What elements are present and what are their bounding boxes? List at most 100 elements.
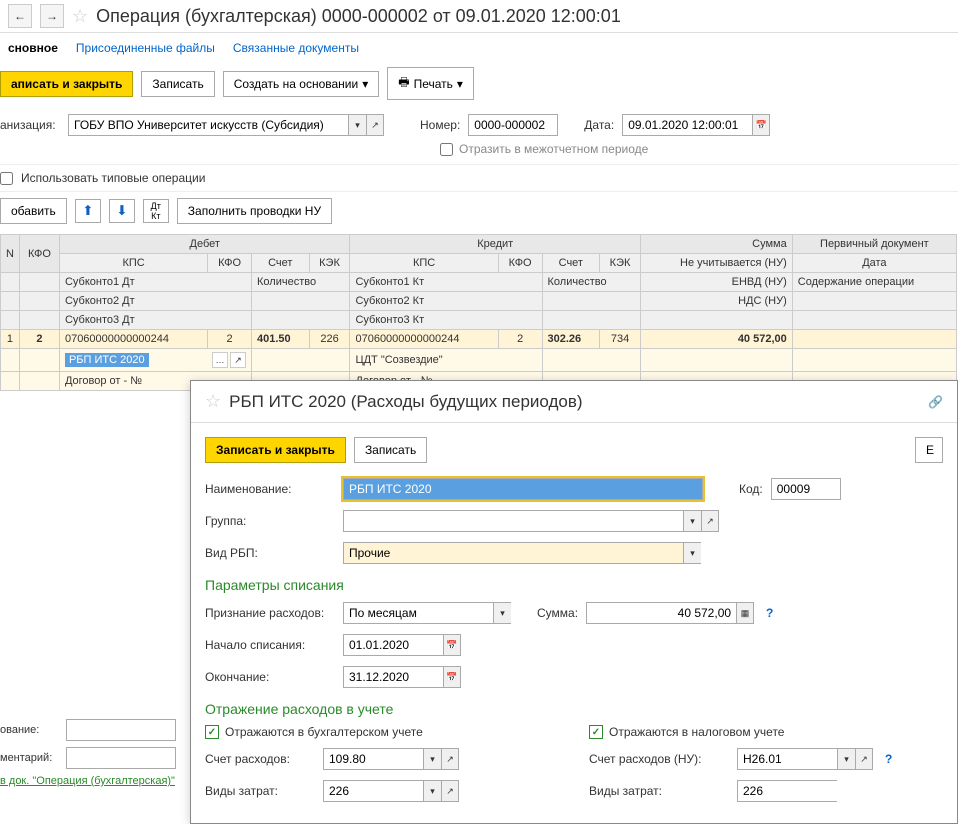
group-drop[interactable]: ▾ [683,510,701,532]
start-label: Начало списания: [205,638,335,652]
start-calendar[interactable]: 📅 [443,634,461,656]
org-input[interactable] [68,114,348,136]
recognition-drop[interactable]: ▾ [493,602,511,624]
type-label: Вид РБП: [205,546,335,560]
move-up-button[interactable]: ⬆ [75,199,101,223]
nu-checkbox[interactable]: ✓ [589,725,603,739]
dt-kt-button[interactable]: ДтКт [143,199,169,223]
calendar-icon[interactable]: 📅 [752,114,770,136]
cell-kek-d[interactable]: 226 [309,330,350,349]
cost-drop[interactable]: ▾ [423,780,441,802]
sum-input[interactable] [586,602,736,624]
tab-linked-docs[interactable]: Связанные документы [233,41,359,55]
dialog-save[interactable]: Записать [354,437,427,463]
dialog-favorite-icon[interactable]: ☆ [205,391,221,412]
bu-checkbox[interactable]: ✓ [205,725,219,739]
cell-kfo-d[interactable]: 2 [208,330,252,349]
cost-label: Виды затрат: [205,784,315,798]
cell-kfo-k[interactable]: 2 [498,330,542,349]
sum-help-icon[interactable]: ? [762,606,777,620]
group-input[interactable] [343,510,683,532]
cell-kfo[interactable]: 2 [19,330,59,349]
code-input[interactable] [771,478,841,500]
acc-label: Счет расходов: [205,752,315,766]
sum-calc[interactable]: ▦ [736,602,754,624]
group-open[interactable]: ↗ [701,510,719,532]
forward-button[interactable]: → [40,4,64,28]
type-drop[interactable]: ▾ [683,542,701,564]
end-input[interactable] [343,666,443,688]
cell-n[interactable]: 1 [1,330,20,349]
add-button[interactable]: обавить [0,198,67,224]
back-button[interactable]: ← [8,4,32,28]
cost-input[interactable] [323,780,423,802]
save-button[interactable]: Записать [141,71,214,97]
acc-nu-input[interactable] [737,748,837,770]
bu-check-label: Отражаются в бухгалтерском учете [225,725,423,739]
acc-open[interactable]: ↗ [441,748,459,770]
number-input[interactable] [468,114,558,136]
recognition-input[interactable] [343,602,493,624]
cell-kps-d[interactable]: 07060000000000244 [59,330,207,349]
entries-table: N КФО Дебет Кредит Сумма Первичный докум… [0,234,957,391]
acc-nu-help[interactable]: ? [881,752,896,766]
dialog-back[interactable]: Е [915,437,943,463]
col-sub3k: Субконто3 Кт [350,311,542,330]
cost-open[interactable]: ↗ [441,780,459,802]
col-kek-d: КЭК [309,254,350,273]
cell-sum[interactable]: 40 572,00 [640,330,792,349]
interperiod-checkbox[interactable] [440,143,453,156]
col-sub2d: Субконто2 Дт [59,292,251,311]
cell-primary[interactable] [792,330,956,349]
acc-nu-drop[interactable]: ▾ [837,748,855,770]
acc-nu-label: Счет расходов (НУ): [589,752,729,766]
start-input[interactable] [343,634,443,656]
params-title: Параметры списания [205,569,943,597]
acc-input[interactable] [323,748,423,770]
sub-d-open[interactable]: ↗ [230,352,246,368]
save-and-close-button[interactable]: аписать и закрыть [0,71,133,97]
cell-acc-d[interactable]: 401.50 [252,330,310,349]
type-input[interactable] [343,542,683,564]
acc-drop[interactable]: ▾ [423,748,441,770]
col-sub3d: Субконто3 Дт [59,311,251,330]
name-input[interactable] [343,478,703,500]
fill-nu-button[interactable]: Заполнить проводки НУ [177,198,332,224]
create-based-on-button[interactable]: Создать на основании ▾ [223,71,380,97]
end-calendar[interactable]: 📅 [443,666,461,688]
code-label: Код: [739,482,763,496]
date-input[interactable] [622,114,752,136]
move-down-button[interactable]: ⬇ [109,199,135,223]
printer-icon: 🖶 [398,73,409,94]
tab-attached-files[interactable]: Присоединенные файлы [76,41,215,55]
cell-sub-k[interactable]: ЦДТ "Созвездие" [350,349,542,372]
col-qty-k: Количество [542,273,640,292]
col-sub1d: Субконто1 Дт [59,273,251,292]
col-qty-d: Количество [252,273,350,292]
doc-link[interactable]: в док. "Операция (бухгалтерская)" [0,775,175,787]
cell-kek-k[interactable]: 734 [600,330,641,349]
acc-nu-open[interactable]: ↗ [855,748,873,770]
base-input[interactable] [66,719,176,741]
org-dropdown[interactable]: ▾ [348,114,366,136]
comment-input[interactable] [66,747,176,769]
cell-sub-d[interactable]: РБП ИТС 2020 … ↗ [59,349,251,372]
cell-kps-k[interactable]: 07060000000000244 [350,330,498,349]
col-primary: Первичный документ [792,235,956,254]
sub-d-select[interactable]: … [212,352,228,368]
favorite-icon[interactable]: ☆ [72,6,88,27]
org-label: анизация: [0,118,60,132]
print-button[interactable]: 🖶 Печать ▾ [387,67,474,100]
nu-check-label: Отражаются в налоговом учете [609,725,784,739]
external-link-icon[interactable]: 🔗 [928,395,943,409]
col-n: N [1,235,20,273]
tab-main[interactable]: сновное [8,41,58,55]
rbp-dialog: ☆ РБП ИТС 2020 (Расходы будущих периодов… [190,380,958,824]
base-label: ование: [0,724,60,736]
org-open[interactable]: ↗ [366,114,384,136]
typical-ops-checkbox[interactable] [0,172,13,185]
cost-nu-input[interactable] [737,780,837,802]
dialog-save-close[interactable]: Записать и закрыть [205,437,346,463]
dialog-title: РБП ИТС 2020 (Расходы будущих периодов) [229,392,582,412]
cell-acc-k[interactable]: 302.26 [542,330,600,349]
